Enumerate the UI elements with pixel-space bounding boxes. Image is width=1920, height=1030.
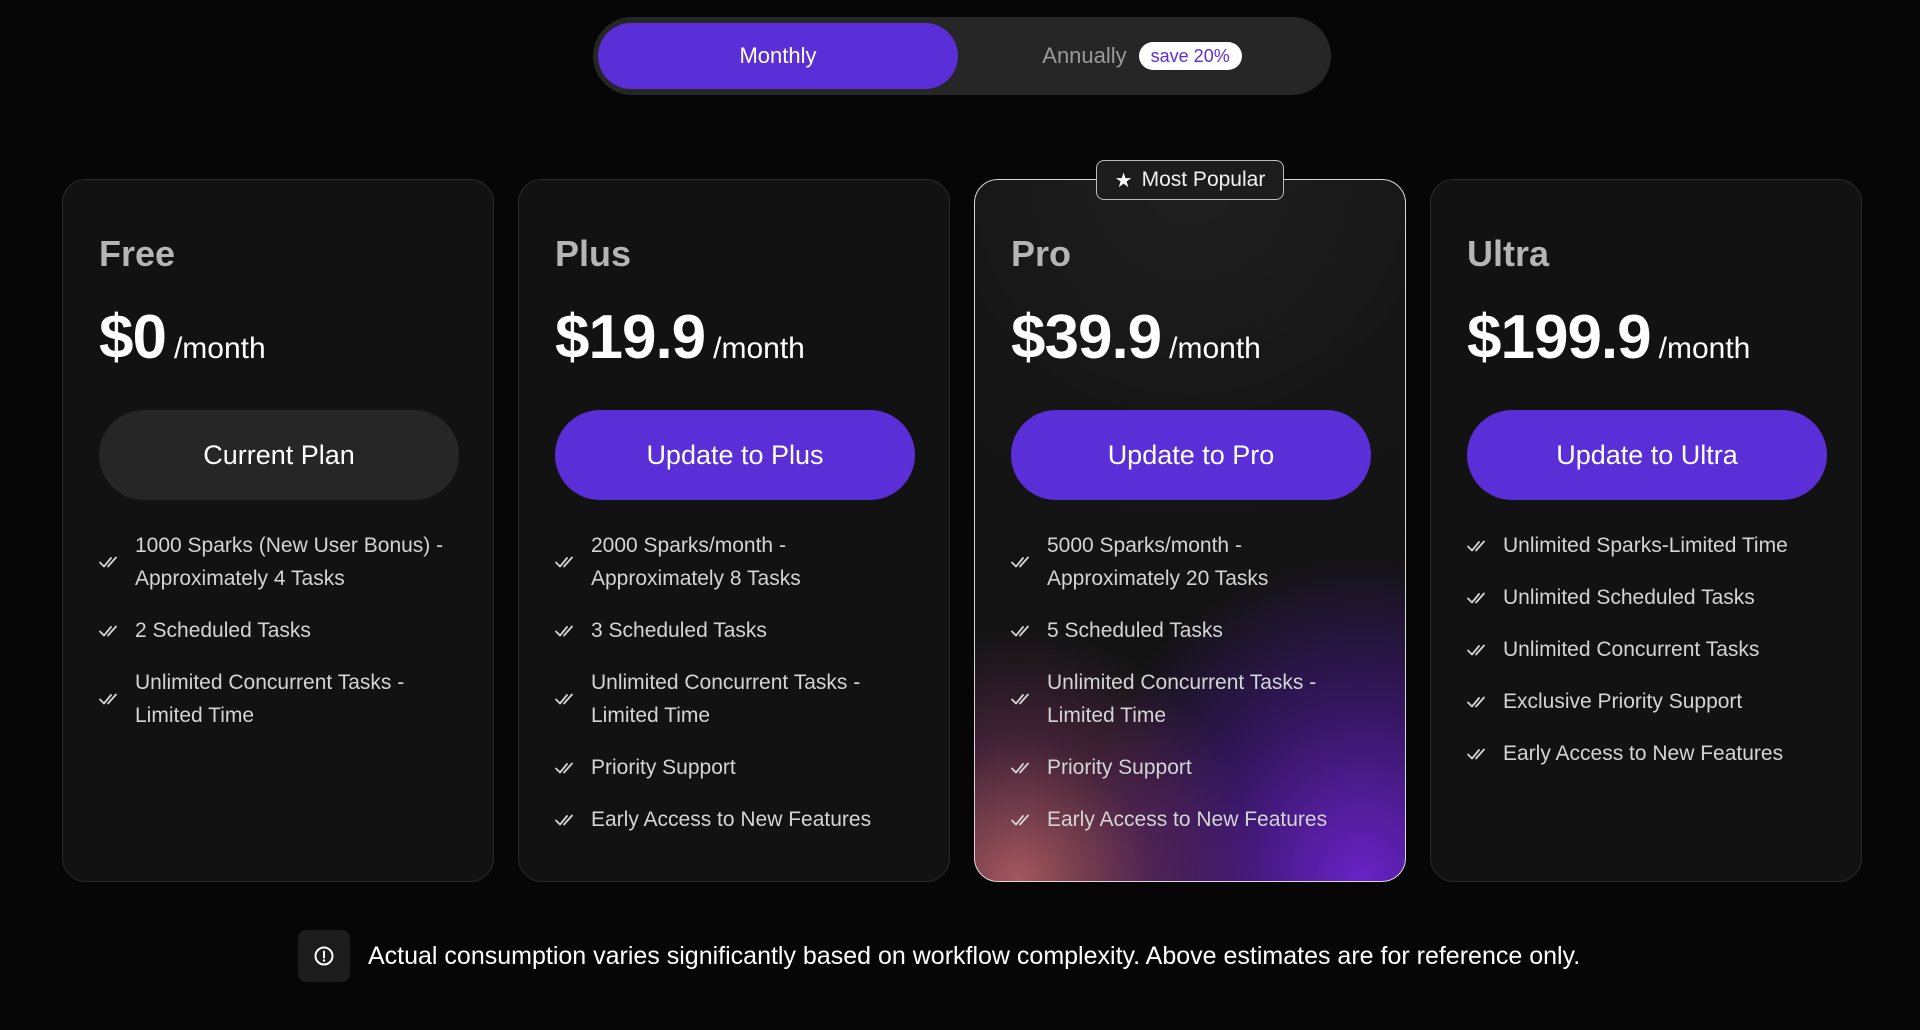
- double-check-icon: [1011, 812, 1047, 828]
- update-to-ultra-button[interactable]: Update to Ultra: [1467, 410, 1827, 500]
- feature-item: 3 Scheduled Tasks: [555, 614, 913, 647]
- double-check-icon: [1011, 554, 1047, 570]
- feature-text: Unlimited Concurrent Tasks - Limited Tim…: [135, 671, 405, 727]
- plan-card-free: Free $0 /month Current Plan 1000 Sparks …: [62, 179, 494, 882]
- plan-card-plus: Plus $19.9 /month Update to Plus 2000 Sp…: [518, 179, 950, 882]
- cta-label: Current Plan: [203, 439, 355, 470]
- plan-price: $39.9: [1011, 303, 1162, 372]
- feature-text: 2000 Sparks/month - Approximately 8 Task…: [591, 534, 801, 590]
- plan-name: Free: [99, 233, 176, 274]
- feature-item: 2000 Sparks/month - Approximately 8 Task…: [555, 529, 913, 595]
- double-check-icon: [1467, 642, 1503, 658]
- double-check-icon: [1467, 694, 1503, 710]
- billing-period-toggle: Monthly Annually save 20%: [593, 17, 1331, 95]
- price-period: /month: [1169, 332, 1261, 365]
- feature-text: Unlimited Concurrent Tasks - Limited Tim…: [591, 671, 861, 727]
- plan-name: Ultra: [1467, 233, 1550, 274]
- feature-item: Early Access to New Features: [1011, 803, 1369, 836]
- feature-text: Priority Support: [1047, 756, 1192, 779]
- feature-item: Priority Support: [555, 751, 913, 784]
- feature-item: Unlimited Sparks-Limited Time: [1467, 529, 1825, 562]
- plan-card-ultra: Ultra $199.9 /month Update to Ultra Unli…: [1430, 179, 1862, 882]
- feature-list: 2000 Sparks/month - Approximately 8 Task…: [555, 529, 913, 836]
- feature-text: Unlimited Concurrent Tasks: [1503, 638, 1760, 661]
- feature-item: 2 Scheduled Tasks: [99, 614, 457, 647]
- double-check-icon: [1011, 691, 1047, 707]
- monthly-option[interactable]: Monthly: [598, 23, 958, 89]
- feature-item: Early Access to New Features: [555, 803, 913, 836]
- cta-label: Update to Plus: [646, 439, 824, 470]
- feature-item: Exclusive Priority Support: [1467, 685, 1825, 718]
- double-check-icon: [1467, 590, 1503, 606]
- feature-text: Early Access to New Features: [591, 808, 872, 831]
- feature-text: 2 Scheduled Tasks: [135, 619, 311, 642]
- update-to-pro-button[interactable]: Update to Pro: [1011, 410, 1371, 500]
- cta-label: Update to Pro: [1107, 439, 1275, 470]
- price-period: /month: [1658, 332, 1751, 365]
- most-popular-label: Most Popular: [1141, 168, 1266, 191]
- double-check-icon: [1011, 623, 1047, 639]
- current-plan-button[interactable]: Current Plan: [99, 410, 459, 500]
- price-row: $39.9 /month: [1011, 302, 1369, 372]
- price-period: /month: [713, 332, 805, 365]
- plan-name: Pro: [1011, 233, 1072, 274]
- price-period: /month: [173, 332, 266, 365]
- update-to-plus-button[interactable]: Update to Plus: [555, 410, 915, 500]
- feature-item: 5 Scheduled Tasks: [1011, 614, 1369, 647]
- pricing-page: Monthly Annually save 20% ★ Most Popular…: [0, 0, 1920, 1030]
- feature-text: 1000 Sparks (New User Bonus) - Approxima…: [135, 534, 444, 590]
- double-check-icon: [1467, 746, 1503, 762]
- plan-price: $19.9: [555, 303, 706, 372]
- feature-text: Early Access to New Features: [1047, 808, 1328, 831]
- save-badge: save 20%: [1138, 42, 1242, 70]
- double-check-icon: [555, 760, 591, 776]
- monthly-label: Monthly: [739, 43, 817, 68]
- star-icon: ★: [1114, 169, 1133, 192]
- plan-price: $199.9: [1467, 303, 1652, 372]
- most-popular-badge: ★ Most Popular: [1096, 160, 1284, 200]
- double-check-icon: [555, 554, 591, 570]
- feature-item: Unlimited Concurrent Tasks: [1467, 633, 1825, 666]
- plan-price: $0: [99, 303, 167, 372]
- double-check-icon: [1467, 538, 1503, 554]
- double-check-icon: [99, 691, 135, 707]
- feature-text: 5000 Sparks/month - Approximately 20 Tas…: [1047, 534, 1269, 590]
- note-text: Actual consumption varies significantly …: [368, 941, 1581, 970]
- double-check-icon: [555, 691, 591, 707]
- plan-card-pro: Pro $39.9 /month Update to Pro 5000 Spar…: [974, 179, 1406, 882]
- feature-item: Unlimited Scheduled Tasks: [1467, 581, 1825, 614]
- feature-item: Unlimited Concurrent Tasks - Limited Tim…: [99, 666, 457, 732]
- feature-text: Exclusive Priority Support: [1503, 690, 1743, 713]
- price-row: $0 /month: [99, 302, 457, 372]
- price-row: $199.9 /month: [1467, 302, 1825, 372]
- annually-label: Annually: [1042, 43, 1127, 68]
- feature-text: Unlimited Concurrent Tasks - Limited Tim…: [1047, 671, 1317, 727]
- double-check-icon: [555, 812, 591, 828]
- double-check-icon: [99, 623, 135, 639]
- double-check-icon: [99, 554, 135, 570]
- feature-text: Priority Support: [591, 756, 736, 779]
- feature-text: Early Access to New Features: [1503, 742, 1784, 765]
- info-icon: [298, 930, 350, 982]
- feature-item: 1000 Sparks (New User Bonus) - Approxima…: [99, 529, 457, 595]
- double-check-icon: [555, 623, 591, 639]
- feature-list: 1000 Sparks (New User Bonus) - Approxima…: [99, 529, 457, 732]
- feature-text: 3 Scheduled Tasks: [591, 619, 767, 642]
- feature-item: Unlimited Concurrent Tasks - Limited Tim…: [555, 666, 913, 732]
- reference-note: Actual consumption varies significantly …: [298, 930, 1580, 982]
- feature-text: 5 Scheduled Tasks: [1047, 619, 1223, 642]
- feature-item: Early Access to New Features: [1467, 737, 1825, 770]
- double-check-icon: [1011, 760, 1047, 776]
- feature-text: Unlimited Sparks-Limited Time: [1503, 534, 1788, 557]
- feature-list: 5000 Sparks/month - Approximately 20 Tas…: [1011, 529, 1369, 836]
- annually-option[interactable]: Annually save 20%: [958, 23, 1326, 89]
- feature-item: Priority Support: [1011, 751, 1369, 784]
- feature-item: Unlimited Concurrent Tasks - Limited Tim…: [1011, 666, 1369, 732]
- price-row: $19.9 /month: [555, 302, 913, 372]
- cta-label: Update to Ultra: [1556, 439, 1738, 470]
- plan-name: Plus: [555, 233, 632, 274]
- feature-list: Unlimited Sparks-Limited Time Unlimited S…: [1467, 529, 1825, 770]
- feature-text: Unlimited Scheduled Tasks: [1503, 586, 1755, 609]
- feature-item: 5000 Sparks/month - Approximately 20 Tas…: [1011, 529, 1369, 595]
